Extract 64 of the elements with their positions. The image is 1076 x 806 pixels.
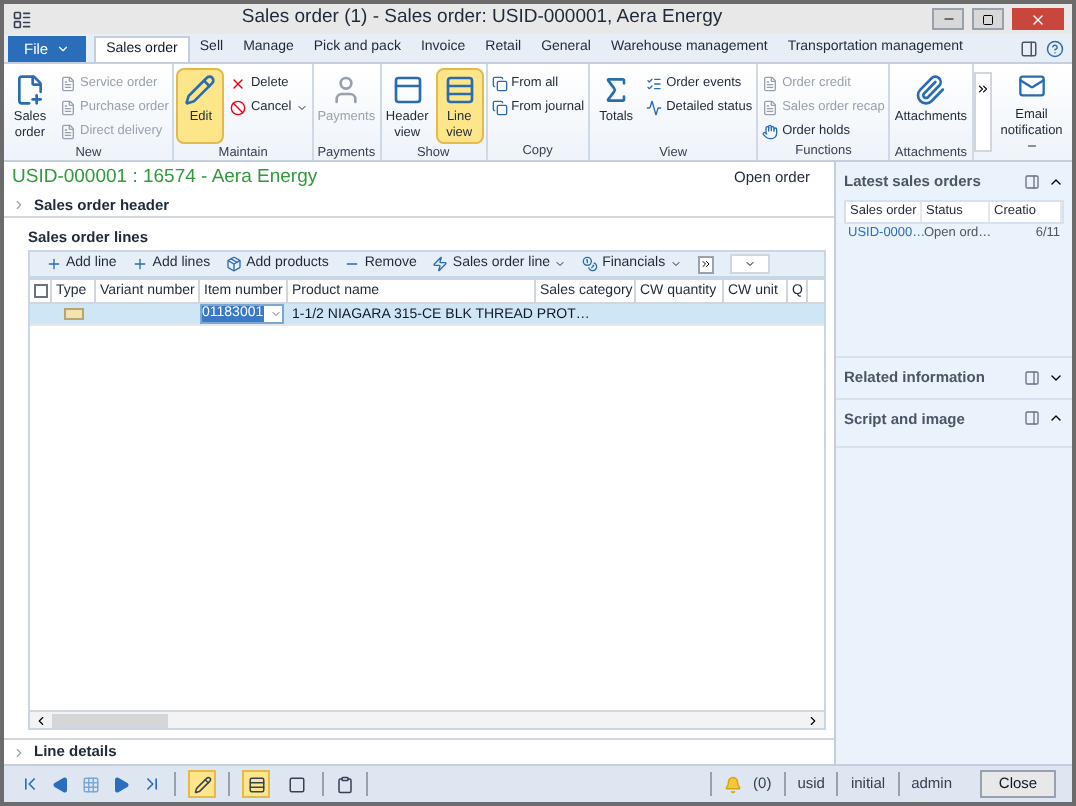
caret-icon [56, 42, 71, 56]
status-icon [646, 99, 663, 115]
help-icon[interactable] [1046, 40, 1064, 58]
grid-view-button[interactable] [242, 770, 270, 798]
last-record-icon[interactable] [142, 774, 162, 794]
expand-icon [12, 745, 26, 759]
delete-icon [230, 75, 247, 91]
panel-icon[interactable] [1024, 410, 1040, 427]
caret-icon [270, 308, 282, 320]
panel-icon[interactable] [1024, 173, 1040, 190]
scroll-right-icon[interactable] [806, 713, 820, 727]
caret-icon [295, 101, 308, 113]
paperclip-icon [914, 74, 947, 106]
order-title: USID-000001 : 16574 - Aera Energy [12, 163, 320, 192]
minimize-button[interactable] [932, 8, 964, 30]
lightning-icon [432, 256, 449, 272]
list-icon [646, 75, 663, 91]
first-record-icon[interactable] [20, 774, 40, 794]
coins-icon [582, 256, 599, 272]
pencil-icon [193, 775, 211, 793]
chevrons-icon [699, 258, 712, 270]
copy-icon [491, 75, 508, 91]
hand-icon [762, 123, 779, 139]
select-all-checkbox[interactable] [33, 284, 47, 298]
copy-icon [491, 99, 508, 115]
caret-icon [669, 258, 682, 270]
close-icon [1030, 11, 1046, 27]
document-icon [60, 99, 76, 115]
line-type-icon [64, 308, 84, 320]
add-icon [46, 256, 62, 272]
clipboard-icon[interactable] [336, 775, 354, 793]
document-icon [60, 123, 76, 139]
panel-icon[interactable] [1020, 40, 1038, 58]
app-icon [12, 9, 32, 29]
scroll-left-icon[interactable] [34, 713, 48, 727]
more-button[interactable] [697, 255, 714, 273]
chevrons-icon [975, 82, 990, 96]
package-icon [226, 256, 243, 272]
form-view-icon [287, 775, 305, 793]
previous-record-icon[interactable] [52, 775, 70, 793]
document-icon [60, 75, 76, 91]
scrollbar-thumb[interactable] [52, 713, 168, 727]
caret-icon [743, 258, 756, 270]
maximize-icon [982, 13, 994, 25]
mail-icon [1017, 72, 1046, 100]
edit-mode-button[interactable] [188, 770, 216, 798]
document-icon [762, 75, 779, 91]
header-view-icon [391, 74, 424, 106]
cancel-icon [230, 99, 247, 115]
dropdown-icon [1025, 140, 1038, 152]
grid-view-icon [247, 775, 265, 793]
expand-icon [12, 198, 26, 212]
maximize-button[interactable] [972, 8, 1004, 30]
line-view-icon [443, 74, 476, 106]
next-record-icon[interactable] [112, 775, 130, 793]
person-icon [330, 74, 363, 106]
caret-icon [554, 258, 567, 270]
minimize-icon [941, 12, 955, 26]
new-document-icon [14, 74, 46, 106]
pencil-icon [184, 74, 217, 106]
window-title: Sales order (1) - Sales order: USID-000001, Aera Energy [239, 4, 725, 33]
add-icon [132, 256, 149, 272]
panel-icon[interactable] [1024, 369, 1040, 386]
document-icon [762, 99, 779, 115]
